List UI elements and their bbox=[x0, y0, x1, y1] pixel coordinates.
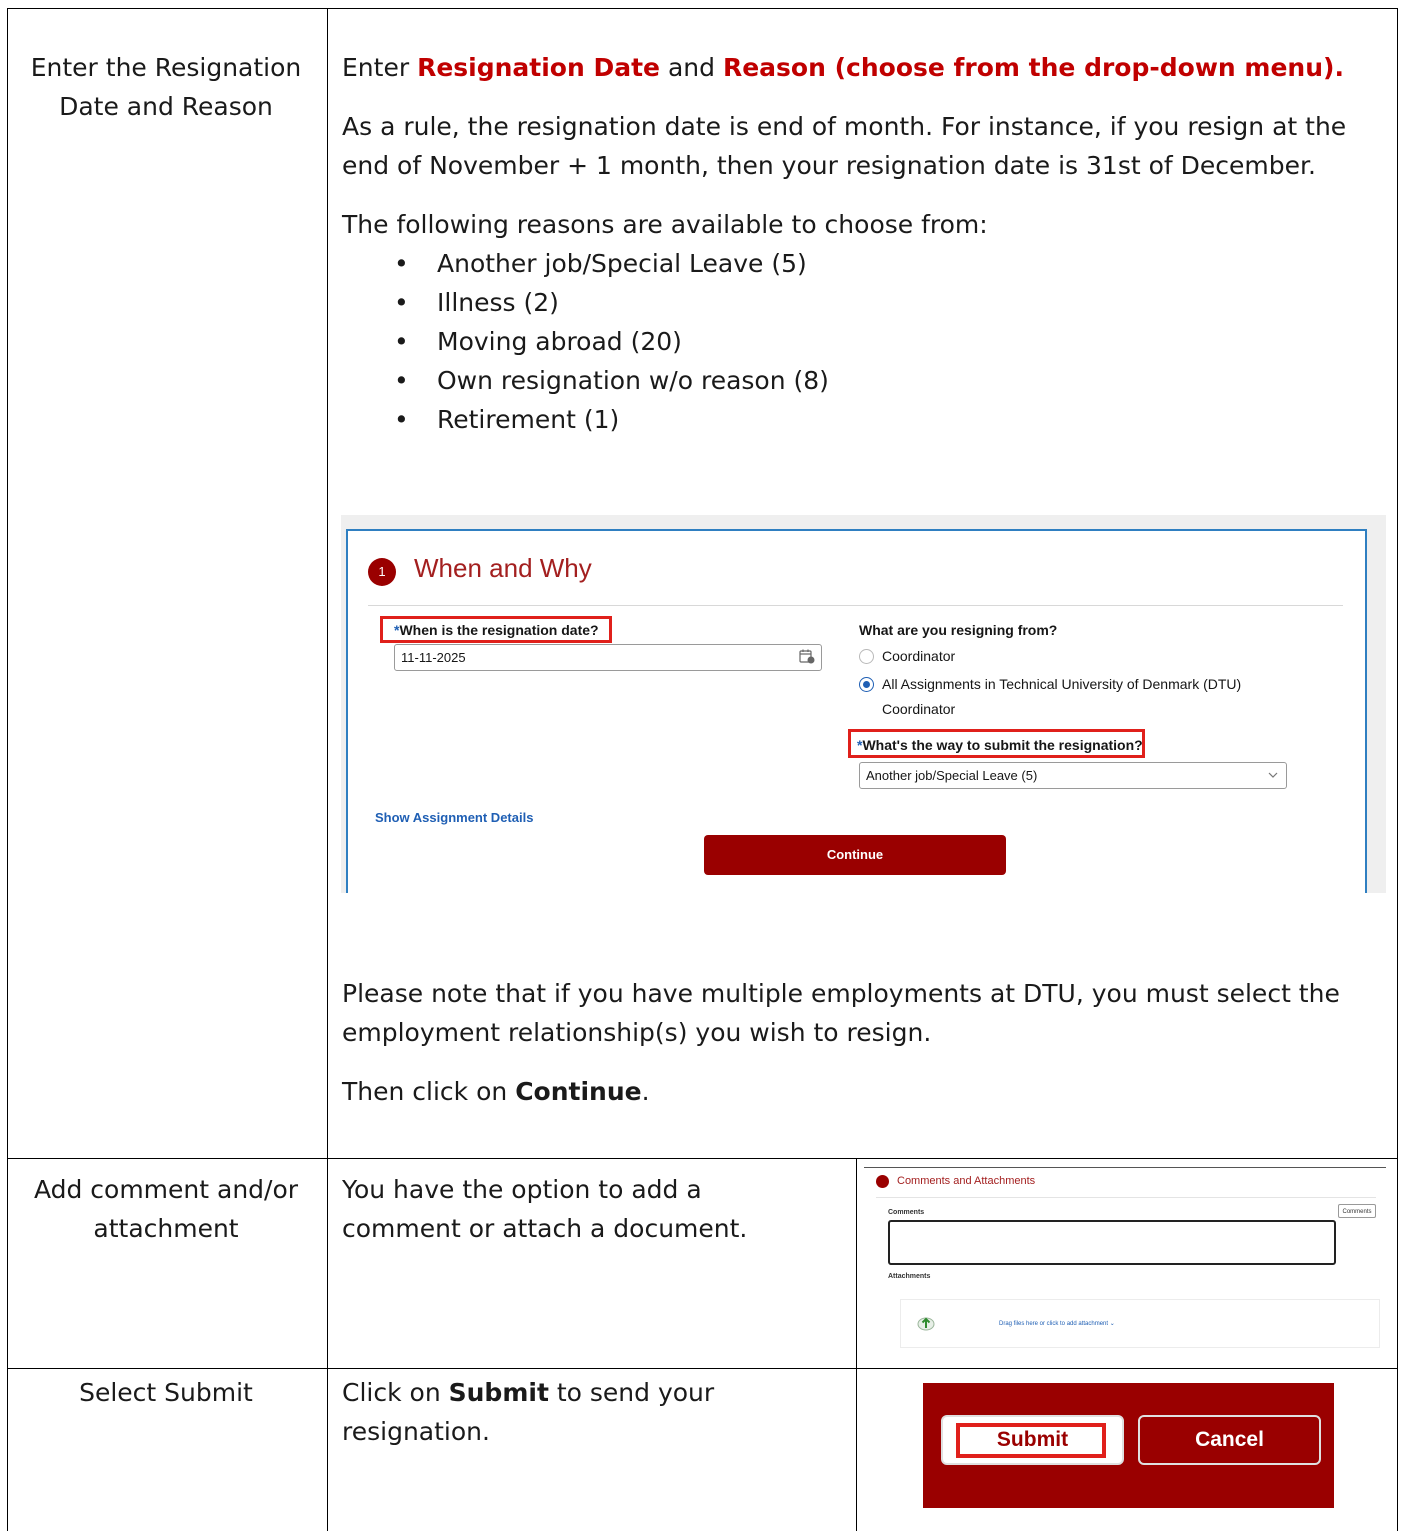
column-divider-2 bbox=[856, 1158, 857, 1531]
section-divider bbox=[876, 1197, 1376, 1198]
calendar-icon[interactable] bbox=[799, 649, 815, 664]
intro-line: Enter Resignation Date and Reason (choos… bbox=[342, 48, 1387, 87]
step-description-submit: Click on Submit to send your resignation… bbox=[342, 1373, 822, 1451]
attachment-drop-zone[interactable]: Drag files here or click to add attachme… bbox=[900, 1299, 1380, 1348]
step-label-resignation-date: Enter the Resignation Date and Reason bbox=[30, 53, 302, 121]
step-label-comment: Add comment and/or attachment bbox=[33, 1175, 299, 1243]
row-divider-2 bbox=[7, 1368, 1398, 1369]
highlight-box-way-label bbox=[848, 729, 1145, 758]
step-number-badge: 1 bbox=[368, 558, 396, 586]
screenshot-comments-attachments: Comments and Attachments Comments Commen… bbox=[864, 1167, 1386, 1362]
comments-label: Comments bbox=[888, 1209, 925, 1216]
step-description-resignation-date: Enter Resignation Date and Reason (choos… bbox=[342, 48, 1387, 439]
comments-textarea[interactable] bbox=[888, 1220, 1336, 1265]
intro-and: and bbox=[667, 53, 716, 82]
comments-button[interactable]: Comments bbox=[1338, 1204, 1376, 1218]
radio-sublabel-coordinator: Coordinator bbox=[882, 701, 956, 717]
section-title: When and Why bbox=[414, 553, 592, 583]
highlight-box-date-label bbox=[380, 616, 612, 643]
list-item: Illness (2) bbox=[342, 283, 1387, 322]
radio-coordinator[interactable] bbox=[859, 649, 874, 664]
list-item: Own resignation w/o reason (8) bbox=[342, 361, 1387, 400]
section-title: Comments and Attachments bbox=[897, 1175, 1036, 1187]
when-and-why-panel: 1 When and Why *When is the resignation … bbox=[346, 529, 1367, 893]
cancel-button[interactable]: Cancel bbox=[1138, 1415, 1321, 1465]
then-prefix: Then click on bbox=[342, 1077, 508, 1106]
step-description-comment: You have the option to add a comment or … bbox=[342, 1175, 748, 1243]
radio-all-assignments[interactable] bbox=[859, 677, 874, 692]
multiple-employments-note: Please note that if you have multiple em… bbox=[342, 979, 1340, 1047]
chevron-down-icon bbox=[1268, 772, 1278, 778]
table-border-right bbox=[1397, 8, 1398, 1531]
attachments-label: Attachments bbox=[888, 1273, 931, 1280]
chevron-down-icon: ⌄ bbox=[1109, 1321, 1115, 1327]
step-label-submit: Select Submit bbox=[79, 1378, 253, 1407]
intro-field-resignation-date: Resignation Date bbox=[417, 53, 661, 82]
screenshot-when-and-why: 1 When and Why *When is the resignation … bbox=[341, 515, 1386, 893]
list-item: Moving abroad (20) bbox=[342, 322, 1387, 361]
column-divider-1 bbox=[327, 8, 328, 1531]
drop-zone-label: Drag files here or click to add attachme… bbox=[999, 1321, 1109, 1327]
show-assignment-details-link[interactable]: Show Assignment Details bbox=[375, 810, 533, 825]
intro-field-reason: Reason (choose from the drop-down menu). bbox=[722, 53, 1344, 82]
then-suffix: . bbox=[641, 1077, 650, 1106]
resignation-date-value: 11-11-2025 bbox=[401, 650, 466, 665]
reasons-list: Another job/Special Leave (5) Illness (2… bbox=[342, 244, 1387, 439]
drop-zone-text: Drag files here or click to add attachme… bbox=[999, 1320, 1115, 1327]
table-border-left bbox=[7, 8, 8, 1531]
screenshot-submit-cancel: Submit Cancel bbox=[923, 1383, 1334, 1508]
intro-prefix: Enter bbox=[342, 53, 410, 82]
resigning-from-label: What are you resigning from? bbox=[859, 622, 1058, 638]
rule-text: As a rule, the resignation date is end o… bbox=[342, 112, 1347, 180]
submit-text-bold: Submit bbox=[448, 1378, 549, 1407]
continue-button[interactable]: Continue bbox=[704, 835, 1006, 875]
then-click-continue: Then click on Continue. bbox=[342, 1072, 1387, 1111]
step-note: Please note that if you have multiple em… bbox=[342, 974, 1387, 1111]
highlight-box-submit bbox=[956, 1423, 1106, 1458]
table-border-top bbox=[7, 8, 1398, 9]
list-item: Another job/Special Leave (5) bbox=[342, 244, 1387, 283]
radio-label-all-assignments: All Assignments in Technical University … bbox=[882, 676, 1242, 692]
upload-cloud-icon bbox=[917, 1317, 935, 1331]
submit-text-prefix: Click on bbox=[342, 1378, 441, 1407]
then-bold-continue: Continue bbox=[515, 1077, 642, 1106]
section-divider bbox=[368, 605, 1343, 606]
resignation-reason-select[interactable]: Another job/Special Leave (5) bbox=[859, 762, 1287, 789]
step-number-badge bbox=[876, 1175, 889, 1188]
row-divider-1 bbox=[7, 1158, 1398, 1159]
resignation-reason-value: Another job/Special Leave (5) bbox=[866, 768, 1038, 783]
radio-label-coordinator: Coordinator bbox=[882, 648, 956, 664]
reasons-intro: The following reasons are available to c… bbox=[342, 210, 988, 239]
list-item: Retirement (1) bbox=[342, 400, 1387, 439]
resignation-date-input[interactable]: 11-11-2025 bbox=[394, 644, 822, 671]
